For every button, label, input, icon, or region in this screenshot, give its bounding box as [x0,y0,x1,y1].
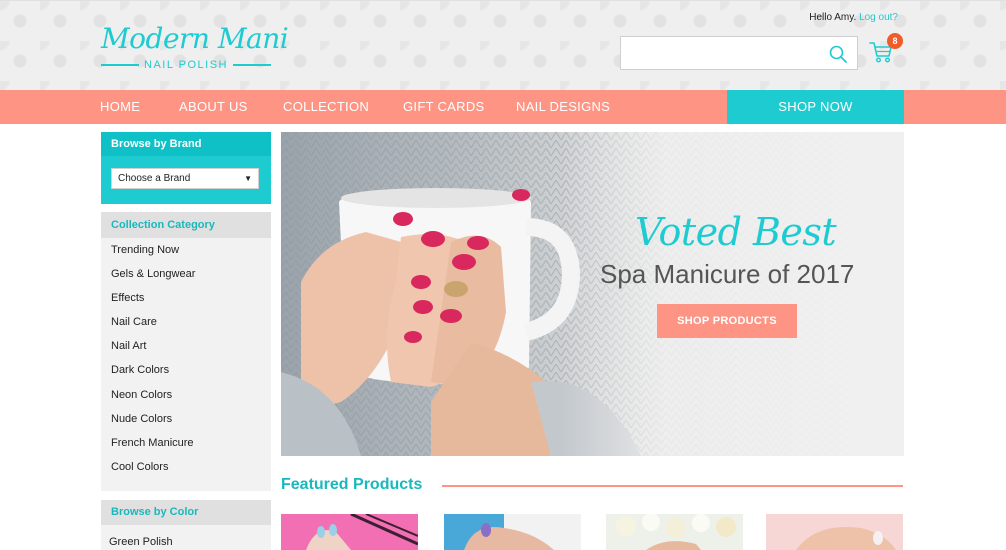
product-image [766,514,903,550]
category-item-cool-colors[interactable]: Cool Colors [101,455,271,479]
browse-by-brand-panel: Browse by Brand Choose a Brand ▼ [101,132,271,204]
hero-subtitle: Spa Manicure of 2017 [600,259,855,289]
hero-banner: Voted Best Spa Manicure of 2017 SHOP PRO… [281,132,904,456]
nav-item-nail-designs[interactable]: NAIL DESIGNS [516,90,610,124]
logo-subtitle: NAIL POLISH [101,58,271,72]
category-item-nude-colors[interactable]: Nude Colors [101,407,271,431]
category-item-gels-longwear[interactable]: Gels & Longwear [101,262,271,286]
browse-by-color-heading: Browse by Color [101,500,271,525]
product-thumbnail[interactable] [281,514,418,550]
category-item-effects[interactable]: Effects [101,286,271,310]
hero-image [281,132,904,456]
product-image [281,514,418,550]
search-box [620,36,858,70]
category-item-french-manicure[interactable]: French Manicure [101,431,271,455]
product-image [444,514,581,550]
product-thumbnail[interactable] [444,514,581,550]
shop-now-button[interactable]: SHOP NOW [727,90,904,124]
browse-by-color-panel: Browse by Color Green Polish [101,500,271,550]
product-image [606,514,743,550]
site-logo[interactable]: Modern Mani NAIL POLISH [101,22,289,73]
search-icon[interactable] [828,44,848,64]
collection-category-heading: Collection Category [101,212,271,238]
featured-divider [442,485,903,487]
category-item-neon-colors[interactable]: Neon Colors [101,383,271,407]
category-item-trending-now[interactable]: Trending Now [101,238,271,262]
shop-products-button[interactable]: SHOP PRODUCTS [657,304,797,338]
user-greeting: Hello Amy. Log out? [809,12,898,23]
browse-by-brand-heading: Browse by Brand [101,132,271,156]
nav-item-collection[interactable]: COLLECTION [283,90,369,124]
logout-link[interactable]: Log out? [859,12,898,23]
greeting-text: Hello Amy. [809,12,857,23]
brand-select-value: Choose a Brand [118,173,191,184]
product-thumbnail[interactable] [766,514,903,550]
caret-down-icon: ▼ [244,174,252,183]
brand-select[interactable]: Choose a Brand ▼ [111,168,259,189]
nav-item-gift-cards[interactable]: GIFT CARDS [403,90,485,124]
logo-subtitle-text: NAIL POLISH [144,59,228,71]
category-item-nail-care[interactable]: Nail Care [101,310,271,334]
nav-item-home[interactable]: HOME [100,90,140,124]
category-item-dark-colors[interactable]: Dark Colors [101,358,271,382]
nav-item-about-us[interactable]: ABOUT US [179,90,248,124]
featured-products-heading: Featured Products [281,476,423,493]
category-list: Trending Now Gels & Longwear Effects Nai… [101,238,271,479]
cart-count-badge: 8 [887,33,903,49]
category-item-nail-art[interactable]: Nail Art [101,334,271,358]
logo-script-text: Modern Mani [101,22,289,55]
search-input[interactable] [621,37,821,69]
color-item-green-polish[interactable]: Green Polish [109,536,173,548]
collection-category-panel: Collection Category Trending Now Gels & … [101,212,271,491]
site-header: Modern Mani NAIL POLISH Hello Amy. Log o… [0,0,1006,90]
hero-script-heading: Voted Best [635,210,837,254]
product-thumbnail[interactable] [606,514,743,550]
